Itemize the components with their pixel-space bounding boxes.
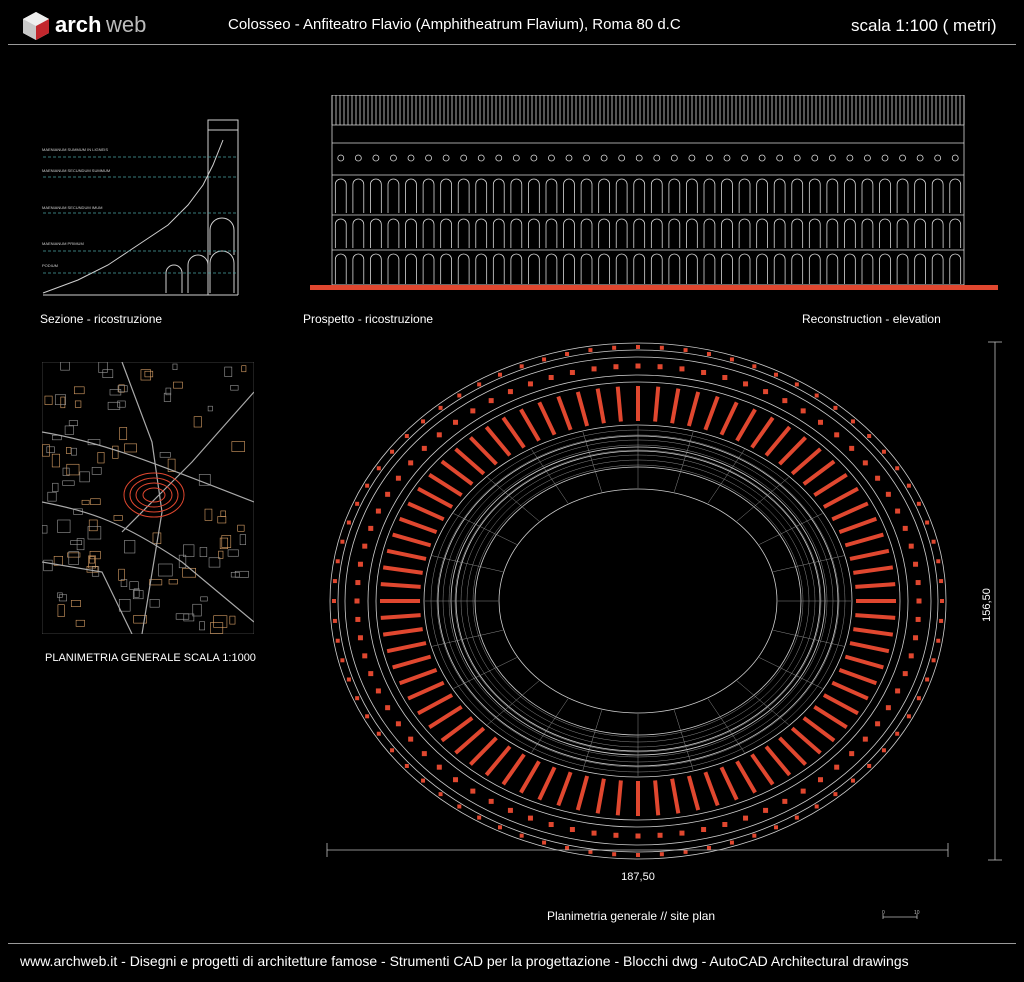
footer-rule [8, 943, 1016, 944]
section-drawing: MAENIANUM SUMMUM IN LIGNEIS MAENIANUM SE… [42, 119, 239, 296]
plan-height-dimension: 156,50 [981, 588, 993, 622]
logo-text-arch: arch [55, 12, 102, 37]
elevation-caption-it: Prospetto - ricostruzione [303, 312, 434, 326]
scale-label: scala 1:100 ( metri) [851, 16, 997, 35]
page-title: Colosseo - Anfiteatro Flavio (Amphitheat… [228, 16, 681, 33]
site-map [42, 362, 254, 634]
scale-bar: 0 10 [882, 910, 920, 919]
logo-text-web: web [106, 12, 147, 37]
footer-text: www.archweb.it - Disegni e progetti di a… [20, 953, 909, 969]
section-level-3: MAENIANUM SECUNDUM IMUM [42, 205, 102, 210]
scale-bar-start: 0 [882, 910, 885, 916]
plan-width-dimension: 187,50 [621, 871, 655, 883]
colosseum-plan: 187,50 156,50 [326, 341, 1002, 883]
section-level-4: MAENIANUM PRIMUM [42, 241, 84, 246]
elevation-caption-en: Reconstruction - elevation [802, 312, 941, 326]
section-level-2: MAENIANUM SECUNDUM SUMMUM [42, 168, 110, 173]
section-level-5: PODIUM [42, 263, 58, 268]
elevation-drawing [310, 95, 998, 290]
site-plan-caption: PLANIMETRIA GENERALE SCALA 1:1000 [45, 652, 256, 664]
plan-caption: Planimetria generale // site plan [547, 909, 716, 923]
section-level-1: MAENIANUM SUMMUM IN LIGNEIS [42, 147, 108, 152]
scale-bar-end: 10 [914, 910, 920, 916]
archweb-logo[interactable]: arch web [20, 10, 170, 40]
section-caption: Sezione - ricostruzione [40, 312, 163, 326]
